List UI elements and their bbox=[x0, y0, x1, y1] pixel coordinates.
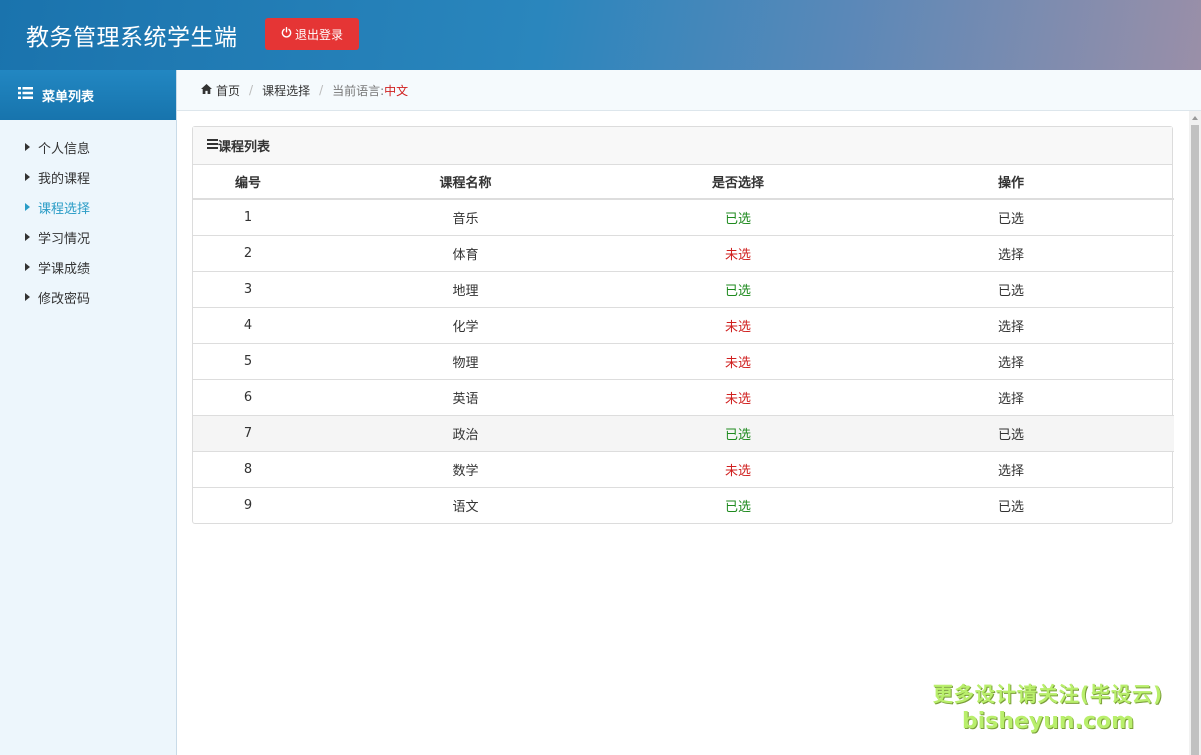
cell-selection-status: 未选 bbox=[628, 378, 848, 415]
cell-course-name: 化学 bbox=[303, 306, 628, 343]
sidebar-header: 菜单列表 bbox=[0, 70, 176, 120]
sidebar-item-label: 课程选择 bbox=[38, 201, 91, 217]
cell-course-name: 数学 bbox=[303, 450, 628, 487]
table-row: 9 语文 已选 已选 bbox=[193, 486, 1174, 523]
table-row: 6 英语 未选 选择 bbox=[193, 378, 1174, 415]
power-icon bbox=[281, 27, 292, 41]
cell-selection-status: 已选 bbox=[628, 486, 848, 523]
cell-id: 7 bbox=[193, 414, 303, 451]
cell-action[interactable]: 选择 bbox=[848, 342, 1174, 379]
sidebar: 菜单列表 个人信息 我的课程 课程选择 学习情况 学课成绩 修改密码 bbox=[0, 70, 177, 755]
caret-right-icon bbox=[25, 143, 30, 151]
course-table: 编号 课程名称 是否选择 操作 1 音乐 已选 已选 2 体育 未选 选择 3 地理 已选 已选 4 化学… bbox=[193, 165, 1174, 523]
table-row: 3 地理 已选 已选 bbox=[193, 270, 1174, 307]
cell-course-name: 物理 bbox=[303, 342, 628, 379]
table-row: 7 政治 已选 已选 bbox=[193, 414, 1174, 451]
watermark: 更多设计请关注(毕设云) bisheyun.com bbox=[918, 678, 1178, 734]
sidebar-item-my-courses[interactable]: 我的课程 bbox=[0, 162, 176, 192]
cell-id: 9 bbox=[193, 486, 303, 523]
caret-right-icon bbox=[25, 173, 30, 181]
list-icon bbox=[18, 87, 33, 103]
menu-icon bbox=[207, 138, 218, 153]
cell-id: 8 bbox=[193, 450, 303, 487]
cell-selection-status: 已选 bbox=[628, 270, 848, 307]
home-icon bbox=[201, 83, 212, 97]
cell-selection-status: 未选 bbox=[628, 342, 848, 379]
column-header-name: 课程名称 bbox=[303, 165, 628, 200]
cell-course-name: 地理 bbox=[303, 270, 628, 307]
column-header-action: 操作 bbox=[848, 165, 1174, 200]
breadcrumb-home-label: 首页 bbox=[216, 83, 241, 98]
caret-right-icon bbox=[25, 263, 30, 271]
sidebar-item-label: 我的课程 bbox=[38, 171, 91, 187]
scroll-up-arrow-icon[interactable] bbox=[1192, 116, 1198, 120]
table-row: 2 体育 未选 选择 bbox=[193, 234, 1174, 271]
breadcrumb-home[interactable]: 首页 bbox=[201, 82, 240, 99]
breadcrumb-separator: / bbox=[249, 83, 254, 97]
cell-course-name: 政治 bbox=[303, 414, 628, 451]
watermark-line-1: 更多设计请关注(毕设云) bbox=[932, 682, 1164, 706]
cell-id: 3 bbox=[193, 270, 303, 307]
cell-action[interactable]: 选择 bbox=[848, 378, 1174, 415]
column-header-status: 是否选择 bbox=[628, 165, 848, 200]
column-header-id: 编号 bbox=[193, 165, 303, 200]
cell-id: 6 bbox=[193, 378, 303, 415]
caret-right-icon bbox=[25, 233, 30, 241]
caret-right-icon bbox=[25, 293, 30, 301]
language-label: 当前语言: bbox=[332, 83, 385, 98]
caret-right-icon bbox=[25, 203, 30, 211]
table-row: 1 音乐 已选 已选 bbox=[193, 198, 1174, 235]
cell-id: 5 bbox=[193, 342, 303, 379]
course-list-panel: 课程列表 编号 课程名称 是否选择 操作 1 音乐 已选 已选 2 体育 未选 选择 3 地理 已选… bbox=[192, 126, 1174, 524]
cell-selection-status: 未选 bbox=[628, 306, 848, 343]
sidebar-item-grades[interactable]: 学课成绩 bbox=[0, 252, 176, 282]
cell-course-name: 英语 bbox=[303, 378, 628, 415]
cell-course-name: 音乐 bbox=[303, 198, 628, 235]
cell-action[interactable]: 选择 bbox=[848, 234, 1174, 271]
cell-id: 2 bbox=[193, 234, 303, 271]
scrollbar-thumb[interactable] bbox=[1191, 125, 1199, 755]
cell-action: 已选 bbox=[848, 414, 1174, 451]
table-row: 4 化学 未选 选择 bbox=[193, 306, 1174, 343]
breadcrumb-page[interactable]: 课程选择 bbox=[262, 82, 310, 99]
sidebar-item-change-password[interactable]: 修改密码 bbox=[0, 282, 176, 312]
cell-action: 已选 bbox=[848, 198, 1174, 235]
sidebar-item-personal-info[interactable]: 个人信息 bbox=[0, 132, 176, 162]
vertical-scrollbar[interactable] bbox=[1189, 111, 1201, 755]
cell-id: 1 bbox=[193, 198, 303, 235]
cell-selection-status: 已选 bbox=[628, 414, 848, 451]
sidebar-item-label: 个人信息 bbox=[38, 141, 91, 157]
cell-action: 已选 bbox=[848, 486, 1174, 523]
table-row: 8 数学 未选 选择 bbox=[193, 450, 1174, 487]
cell-course-name: 体育 bbox=[303, 234, 628, 271]
logout-button[interactable]: 退出登录 bbox=[265, 18, 359, 50]
sidebar-item-study-status[interactable]: 学习情况 bbox=[0, 222, 176, 252]
cell-course-name: 语文 bbox=[303, 486, 628, 523]
panel-title: 课程列表 bbox=[218, 140, 271, 155]
table-header-row: 编号 课程名称 是否选择 操作 bbox=[193, 165, 1174, 200]
sidebar-item-label: 学课成绩 bbox=[38, 261, 91, 277]
app-title: 教务管理系统学生端 bbox=[26, 25, 238, 51]
cell-action: 已选 bbox=[848, 270, 1174, 307]
logout-label: 退出登录 bbox=[294, 27, 343, 42]
sidebar-menu: 个人信息 我的课程 课程选择 学习情况 学课成绩 修改密码 bbox=[0, 120, 176, 312]
watermark-line-2: bisheyun.com bbox=[961, 709, 1135, 734]
sidebar-title: 菜单列表 bbox=[42, 89, 95, 105]
app-header: 教务管理系统学生端 退出登录 bbox=[0, 0, 1201, 70]
breadcrumb: 首页 / 课程选择 / 当前语言: 中文 bbox=[177, 70, 1201, 111]
sidebar-item-course-selection[interactable]: 课程选择 bbox=[0, 192, 176, 222]
cell-action[interactable]: 选择 bbox=[848, 306, 1174, 343]
cell-selection-status: 未选 bbox=[628, 450, 848, 487]
cell-selection-status: 已选 bbox=[628, 198, 848, 235]
panel-header: 课程列表 bbox=[193, 127, 1172, 165]
cell-id: 4 bbox=[193, 306, 303, 343]
breadcrumb-separator: / bbox=[319, 83, 324, 97]
cell-selection-status: 未选 bbox=[628, 234, 848, 271]
language-value: 中文 bbox=[384, 83, 409, 98]
sidebar-item-label: 学习情况 bbox=[38, 231, 91, 247]
table-row: 5 物理 未选 选择 bbox=[193, 342, 1174, 379]
cell-action[interactable]: 选择 bbox=[848, 450, 1174, 487]
sidebar-item-label: 修改密码 bbox=[38, 291, 91, 307]
